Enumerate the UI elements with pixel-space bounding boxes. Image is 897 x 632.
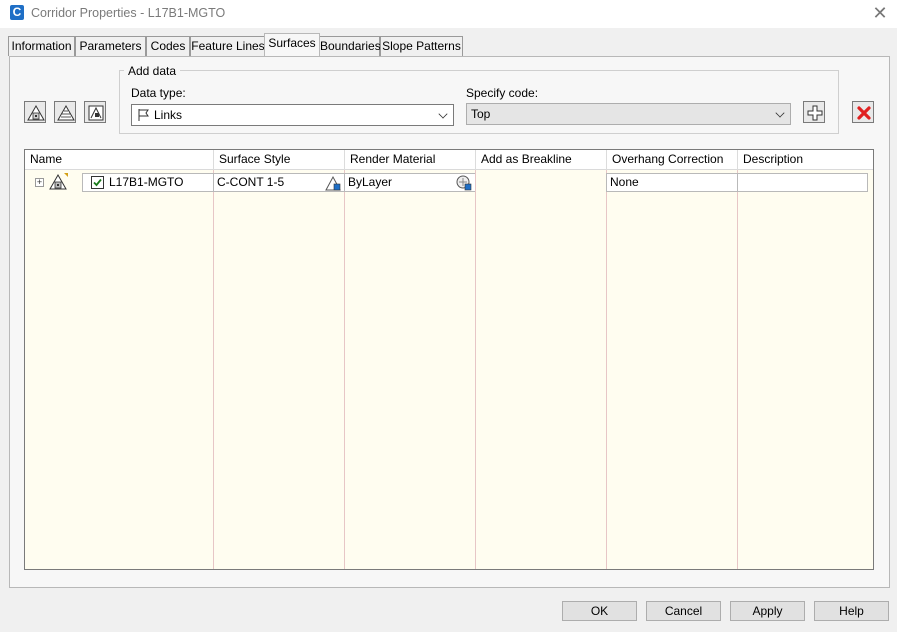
specify-code-dropdown[interactable]: Top [466, 103, 791, 125]
tab-boundaries[interactable]: Boundaries [319, 36, 381, 56]
ok-button[interactable]: OK [562, 601, 637, 621]
tab-surfaces[interactable]: Surfaces [264, 33, 320, 56]
column-divider [475, 170, 476, 569]
data-type-dropdown[interactable]: Links [131, 104, 454, 126]
surface-node-icon [49, 173, 68, 190]
tab-slope-patterns[interactable]: Slope Patterns [380, 36, 463, 56]
add-data-label: Add data [124, 64, 181, 78]
surface-boundary-button[interactable] [84, 101, 106, 123]
surfaces-grid: Name Surface Style Render Material Add a… [24, 149, 874, 570]
surface-name: L17B1-MGTO [109, 175, 184, 189]
chevron-down-icon [438, 109, 448, 119]
chevron-down-icon [775, 108, 785, 118]
overhang-correction-cell[interactable]: None [606, 173, 737, 192]
render-material-cell[interactable]: ByLayer [344, 173, 475, 192]
column-header-add-as-breakline[interactable]: Add as Breakline [476, 150, 607, 170]
delete-button[interactable] [852, 101, 874, 123]
add-as-breakline-cell[interactable] [475, 173, 606, 192]
material-picker-icon[interactable] [456, 175, 473, 191]
links-icon [138, 109, 149, 121]
expand-icon[interactable]: + [35, 178, 44, 187]
plus-icon [807, 105, 823, 121]
add-data-button[interactable] [803, 101, 825, 123]
close-icon[interactable]: ✕ [871, 4, 889, 22]
grid-body: + L17B1-MGTO C-CONT 1-5 ByLayer None [25, 170, 873, 569]
style-picker-icon[interactable] [325, 175, 342, 191]
column-divider [344, 170, 345, 569]
civil3d-app-icon: C [10, 5, 24, 20]
surface-icon [27, 104, 45, 121]
specify-code-label: Specify code: [466, 86, 539, 100]
tab-feature-lines[interactable]: Feature Lines [190, 36, 266, 56]
help-button[interactable]: Help [814, 601, 889, 621]
description-cell[interactable] [737, 173, 868, 192]
apply-button[interactable]: Apply [730, 601, 805, 621]
tab-information[interactable]: Information [8, 36, 75, 56]
specify-code-value: Top [471, 107, 491, 121]
overhang-correction-value: None [610, 175, 639, 189]
data-type-value: Links [154, 108, 183, 122]
column-header-description[interactable]: Description [738, 150, 873, 170]
surface-style-button[interactable] [54, 101, 76, 123]
surface-style-cell[interactable]: C-CONT 1-5 [213, 173, 344, 192]
grid-header: Name Surface Style Render Material Add a… [25, 150, 873, 170]
column-divider [606, 170, 607, 569]
surface-style-value: C-CONT 1-5 [217, 175, 285, 189]
surface-style-icon [57, 104, 75, 121]
tab-codes[interactable]: Codes [146, 36, 190, 56]
data-type-label: Data type: [131, 86, 186, 100]
column-header-overhang-correction[interactable]: Overhang Correction [607, 150, 738, 170]
column-header-name[interactable]: Name [25, 150, 214, 170]
cancel-button[interactable]: Cancel [646, 601, 721, 621]
boundary-icon [88, 105, 104, 121]
title-bar: C Corridor Properties - L17B1-MGTO ✕ [0, 0, 897, 28]
render-material-value: ByLayer [348, 175, 393, 189]
create-surface-button[interactable] [24, 101, 46, 123]
checkmark-icon [93, 178, 102, 187]
column-header-surface-style[interactable]: Surface Style [214, 150, 345, 170]
surface-checkbox[interactable] [91, 176, 104, 189]
tab-parameters[interactable]: Parameters [75, 36, 146, 56]
column-divider [213, 170, 214, 569]
column-header-render-material[interactable]: Render Material [345, 150, 476, 170]
column-divider [737, 170, 738, 569]
red-x-icon [857, 106, 871, 120]
window-title: Corridor Properties - L17B1-MGTO [31, 6, 226, 20]
